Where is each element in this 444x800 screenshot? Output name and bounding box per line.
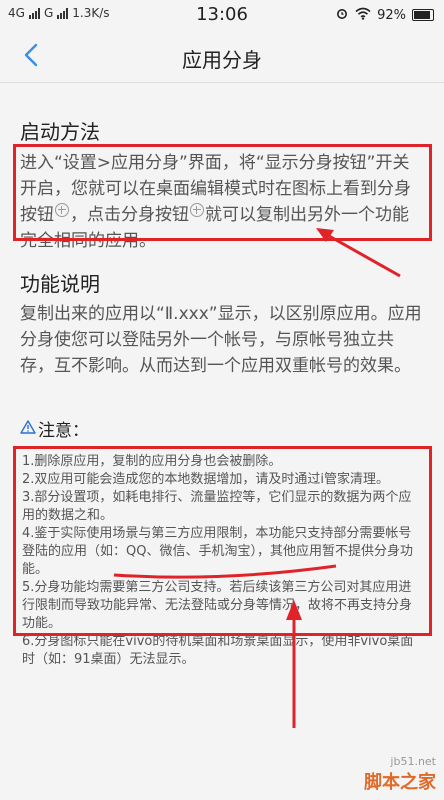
watermark-url: jb51.net (390, 755, 436, 768)
function-description: 复制出来的应用以“Ⅱ.xxx”显示，以区别原应用。应用分身使您可以登陆另外一个帐… (20, 304, 422, 376)
annotation-box-notice (13, 446, 432, 636)
annotation-box-launch (13, 144, 432, 241)
watermark: jb51.net 脚本之家 (364, 755, 436, 794)
notice-title: 注意： (20, 416, 89, 441)
section-title-launch: 启动方法 (20, 120, 100, 144)
watermark-brand: 脚本之家 (364, 772, 436, 793)
list-item: 6.分身图标只能在vivo的待机桌面和场景桌面显示，使用非vivo桌面时（如：9… (22, 634, 414, 667)
status-left: 4G G 1.3K/s (8, 6, 110, 20)
nav-bar: 应用分身 (0, 32, 444, 83)
section-title-function: 功能说明 (20, 272, 100, 296)
alarm-icon (335, 6, 349, 24)
status-bar: 4G G 1.3K/s 13:06 92% (0, 0, 444, 32)
page-title: 应用分身 (182, 48, 262, 72)
signal-icon-2 (57, 7, 69, 19)
network-label-4g: 4G (8, 6, 25, 20)
wifi-icon (355, 7, 371, 24)
battery-percent: 92% (377, 7, 406, 23)
status-right: 92% (335, 6, 434, 24)
network-speed: 1.3K/s (72, 6, 110, 20)
battery-icon (412, 9, 434, 21)
network-label-g: G (43, 6, 54, 20)
notice-label: 注意： (38, 421, 89, 441)
signal-icon (28, 7, 40, 19)
warning-icon (20, 419, 36, 439)
